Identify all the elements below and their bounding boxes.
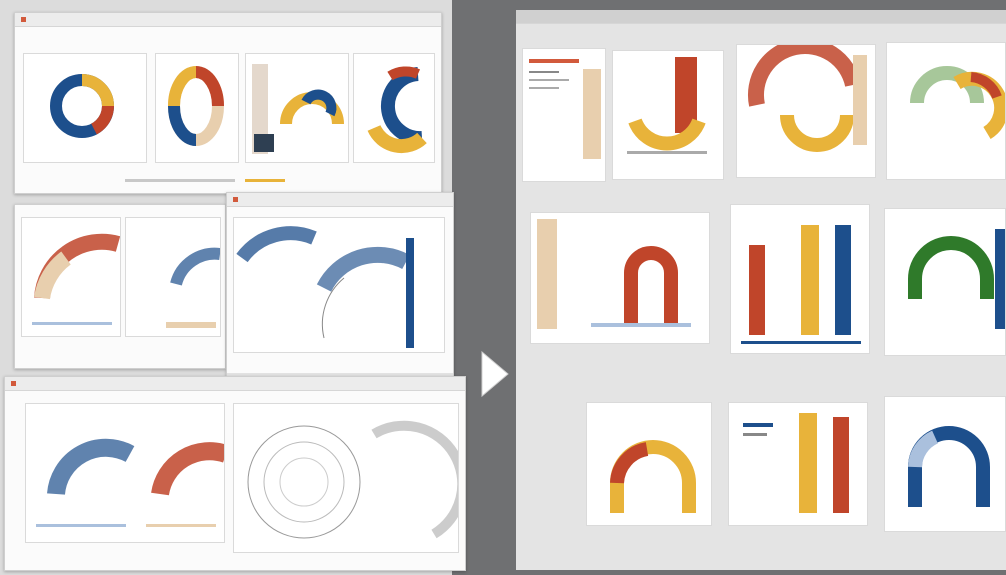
report-window-overlay[interactable]: [226, 192, 454, 382]
caption-bar: [125, 179, 235, 182]
dashboard-tile-9[interactable]: [728, 402, 868, 526]
bar-chart-tile-9: [743, 413, 849, 513]
ring-chart-4: [367, 66, 427, 154]
dashboard-tile-4[interactable]: [886, 42, 1006, 180]
chart-panel-8[interactable]: [25, 403, 225, 543]
window-title-bar[interactable]: [516, 10, 1006, 24]
arch-chart-tile-7: [908, 229, 1005, 329]
dashboard-tile-5[interactable]: [530, 212, 710, 344]
dashboard-tile-6[interactable]: [730, 204, 870, 354]
chart-panel-2[interactable]: [155, 53, 239, 163]
arc-chart-tile-3: [747, 45, 867, 152]
ring-chart-2: [168, 66, 224, 146]
bar-ring-chart-3: [252, 64, 344, 154]
arrow-right-icon[interactable]: [478, 348, 512, 400]
chart-panel-5[interactable]: [21, 217, 121, 337]
dashboard-tile-1[interactable]: [522, 48, 606, 182]
report-window-arcs[interactable]: [14, 204, 226, 369]
radial-grid-chart-9: [247, 420, 458, 539]
dashboard-tile-3[interactable]: [736, 44, 876, 178]
dashboard-tile-8[interactable]: [586, 402, 712, 526]
chart-panel-1[interactable]: [23, 53, 147, 163]
dashboard-tile-7[interactable]: [884, 208, 1006, 356]
donut-chart-1: [50, 74, 114, 138]
chart-panel-9[interactable]: [233, 403, 459, 553]
arc-chart-5: [32, 233, 120, 325]
chart-panel-7[interactable]: [233, 217, 445, 353]
app-icon: [21, 16, 26, 22]
dashboard-tile-10[interactable]: [884, 396, 1006, 532]
arc-chart-7: [236, 226, 414, 348]
arc-chart-tile-2: [627, 57, 707, 154]
arch-chart-tile-10: [908, 426, 990, 507]
chart-panel-3[interactable]: [245, 53, 349, 163]
arch-chart-tile-8: [610, 440, 696, 513]
bar-chart-tile-6: [741, 225, 861, 344]
window-title-bar[interactable]: [227, 193, 453, 207]
arc-chart-8: [36, 438, 224, 527]
arch-chart-tile-5: [537, 219, 691, 329]
ring-chart-tile-4: [910, 66, 1005, 139]
chart-panel-6[interactable]: [125, 217, 221, 337]
report-window-donuts[interactable]: [14, 12, 442, 194]
caption-bar: [245, 179, 285, 182]
window-title-bar[interactable]: [15, 13, 441, 27]
window-title-bar[interactable]: [5, 377, 465, 391]
report-window-bottom[interactable]: [4, 376, 466, 571]
dashboard-tile-2[interactable]: [612, 50, 724, 180]
app-icon: [11, 380, 16, 386]
chart-panel-4[interactable]: [353, 53, 435, 163]
app-icon: [233, 196, 238, 202]
table-preview: [529, 59, 601, 159]
arc-chart-6: [166, 247, 220, 328]
